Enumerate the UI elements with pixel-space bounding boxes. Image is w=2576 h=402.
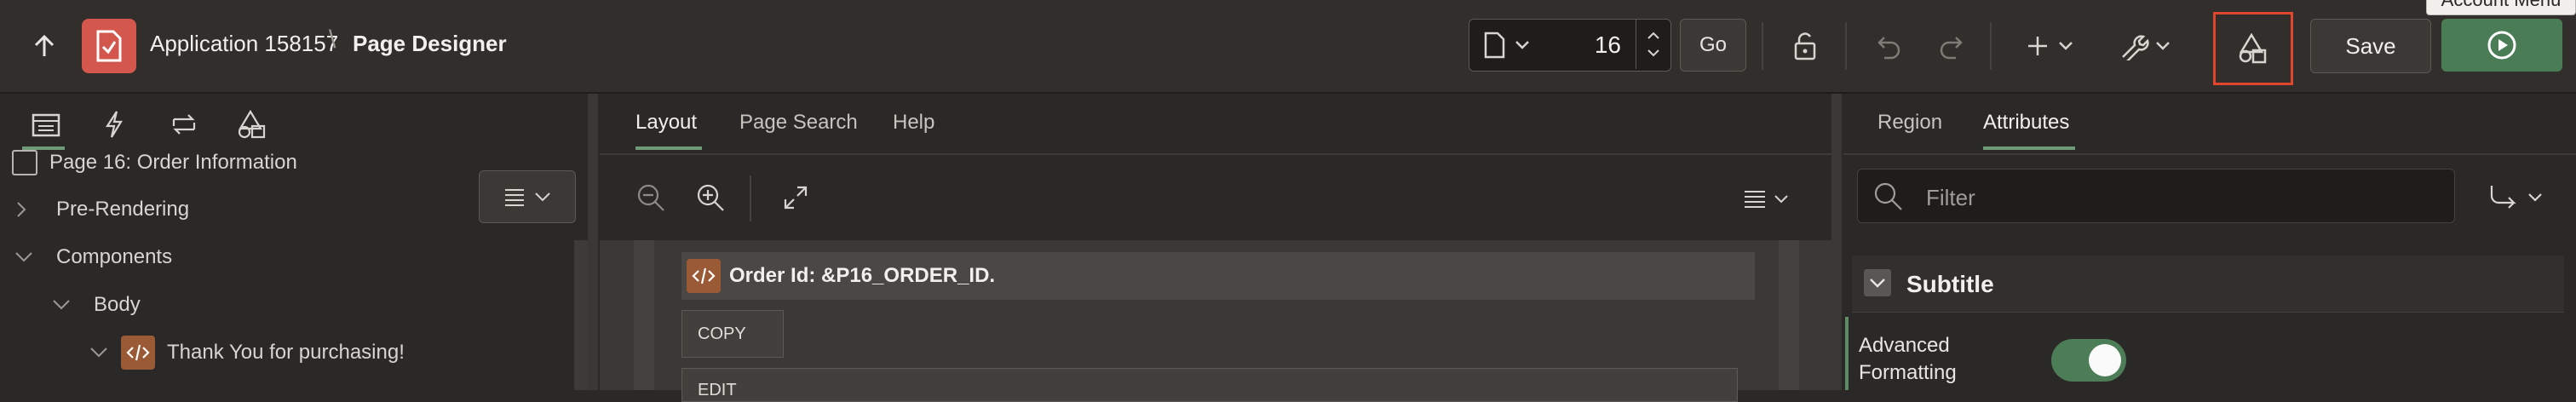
left-tab-bar <box>0 94 588 153</box>
tab-page-search[interactable]: Page Search <box>739 111 858 135</box>
page-stepper[interactable] <box>1636 20 1670 69</box>
section-subtitle[interactable]: Subtitle <box>1852 256 2564 313</box>
top-header: Application 158157 \ Page Designer 16 Go… <box>0 0 2576 94</box>
tab-region[interactable]: Region <box>1877 111 1942 135</box>
center-pane: Layout Page Search Help Order Id: &P16_O… <box>600 94 1831 402</box>
layout-menu-button[interactable] <box>1741 182 1796 216</box>
zoom-out-icon[interactable] <box>632 179 670 216</box>
tree-node-body[interactable]: Body <box>51 293 141 317</box>
shared-components-icon <box>2238 33 2268 64</box>
page-number-input[interactable]: 16 <box>1595 32 1621 59</box>
toggle-knob <box>2089 344 2121 376</box>
up-arrow-icon[interactable] <box>24 26 65 66</box>
run-icon <box>2487 30 2517 60</box>
redo-icon[interactable] <box>1930 26 1971 66</box>
chevron-right-icon[interactable] <box>15 200 34 219</box>
page-icon <box>12 150 37 175</box>
chevron-down-icon[interactable] <box>1864 269 1891 296</box>
chevron-down-icon <box>535 192 550 202</box>
tree-root-label: Page 16: Order Information <box>49 151 297 174</box>
left-splitter[interactable] <box>588 94 598 390</box>
tree-node-components[interactable]: Components <box>14 245 172 269</box>
filter-placeholder: Filter <box>1926 185 1975 210</box>
right-splitter[interactable] <box>1831 94 1842 390</box>
app-icon[interactable] <box>82 19 136 73</box>
static-content-icon <box>121 336 155 370</box>
save-button[interactable]: Save <box>2310 19 2431 73</box>
left-scrollbar[interactable] <box>574 240 588 390</box>
right-pane: Region Attributes Filter Subtitle Advanc… <box>1843 94 2576 390</box>
chevron-down-icon[interactable] <box>14 250 36 264</box>
dynamic-actions-icon[interactable] <box>99 109 129 140</box>
filter-input[interactable]: Filter <box>1857 169 2455 223</box>
lock-icon[interactable] <box>1784 26 1825 66</box>
run-button[interactable] <box>2441 19 2562 72</box>
tree-root[interactable]: Page 16: Order Information <box>12 150 297 175</box>
expand-icon[interactable] <box>779 181 813 215</box>
tree-node-region[interactable]: Thank You for purchasing! <box>89 336 405 370</box>
divider <box>1843 153 2576 155</box>
tree-node-pre-rendering[interactable]: Pre-Rendering <box>15 198 189 221</box>
slot-edit[interactable]: EDIT <box>681 368 1738 402</box>
tab-help[interactable]: Help <box>893 111 934 135</box>
search-icon <box>1873 181 1904 212</box>
tree-label: Body <box>94 293 141 316</box>
region-title: Order Id: &P16_ORDER_ID. <box>729 264 996 287</box>
divider <box>1845 22 1847 70</box>
account-menu-tooltip: Account Menu <box>2426 0 2576 15</box>
page-selector[interactable]: 16 <box>1469 19 1671 72</box>
tree-label: Thank You for purchasing! <box>167 341 405 364</box>
section-title: Subtitle <box>1906 271 1994 297</box>
go-to-group-button[interactable] <box>2484 179 2549 216</box>
advanced-formatting-toggle[interactable] <box>2051 339 2126 382</box>
processing-icon[interactable] <box>167 109 201 140</box>
page-designer-label: Page Designer <box>353 31 507 56</box>
zoom-in-icon[interactable] <box>692 179 729 216</box>
wrench-icon[interactable] <box>2119 26 2174 66</box>
tab-layout[interactable]: Layout <box>635 111 697 135</box>
shared-components-tab-icon[interactable] <box>235 109 269 140</box>
shared-components-button[interactable] <box>2213 12 2293 85</box>
divider <box>1762 22 1763 70</box>
divider <box>750 175 751 221</box>
active-tab-indicator <box>635 146 702 150</box>
rendering-icon[interactable] <box>29 111 63 140</box>
attribute-label: Advanced Formatting <box>1859 334 1957 384</box>
divider <box>1990 22 1992 70</box>
tree-label: Pre-Rendering <box>56 198 190 221</box>
undo-icon[interactable] <box>1869 26 1910 66</box>
left-pane: Page 16: Order Information Pre-Rendering… <box>0 94 588 390</box>
tree-label: Components <box>56 245 173 268</box>
plus-icon[interactable] <box>2027 26 2079 66</box>
go-button[interactable]: Go <box>1680 19 1746 72</box>
canvas-gutter <box>634 240 654 390</box>
canvas-gutter <box>1779 240 1799 390</box>
chevron-down-icon[interactable] <box>89 346 111 359</box>
tab-attributes[interactable]: Attributes <box>1983 111 2069 135</box>
breadcrumb-separator: \ <box>329 26 336 54</box>
divider <box>600 153 1831 155</box>
chevron-down-icon[interactable] <box>51 298 73 312</box>
slot-copy[interactable]: COPY <box>681 310 784 358</box>
static-content-icon <box>687 259 721 293</box>
attribute-accent-bar <box>1845 317 1849 390</box>
page-icon[interactable] <box>1481 30 1532 60</box>
tree-menu-button[interactable] <box>479 170 576 223</box>
active-tab-indicator <box>1983 146 2075 150</box>
app-title[interactable]: Application 158157 <box>150 31 338 57</box>
